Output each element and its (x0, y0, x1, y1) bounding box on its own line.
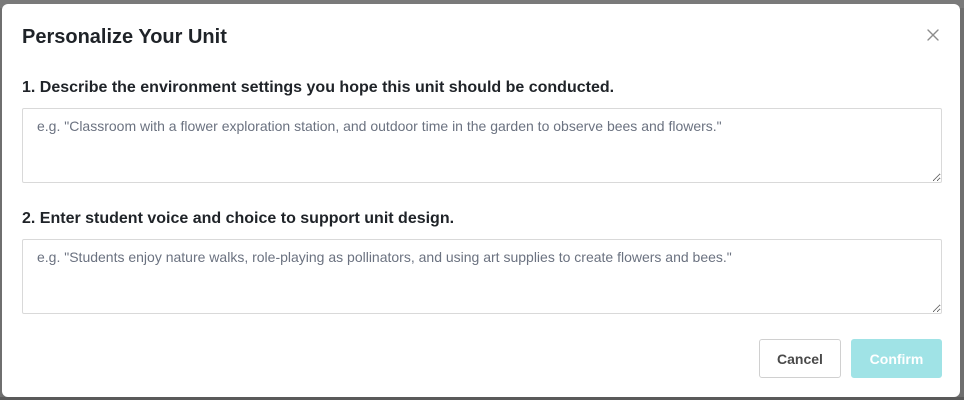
environment-settings-textarea[interactable] (22, 108, 942, 183)
close-icon (927, 29, 939, 41)
close-button[interactable] (924, 26, 942, 44)
environment-settings-label: 1. Describe the environment settings you… (22, 79, 615, 96)
student-voice-textarea[interactable] (22, 239, 942, 314)
confirm-button[interactable]: Confirm (851, 339, 942, 378)
student-voice-label: 2. Enter student voice and choice to sup… (22, 210, 455, 227)
personalize-unit-modal: Personalize Your Unit 1. Describe the en… (2, 4, 960, 397)
modal-title: Personalize Your Unit (22, 26, 227, 48)
cancel-button[interactable]: Cancel (759, 339, 841, 378)
